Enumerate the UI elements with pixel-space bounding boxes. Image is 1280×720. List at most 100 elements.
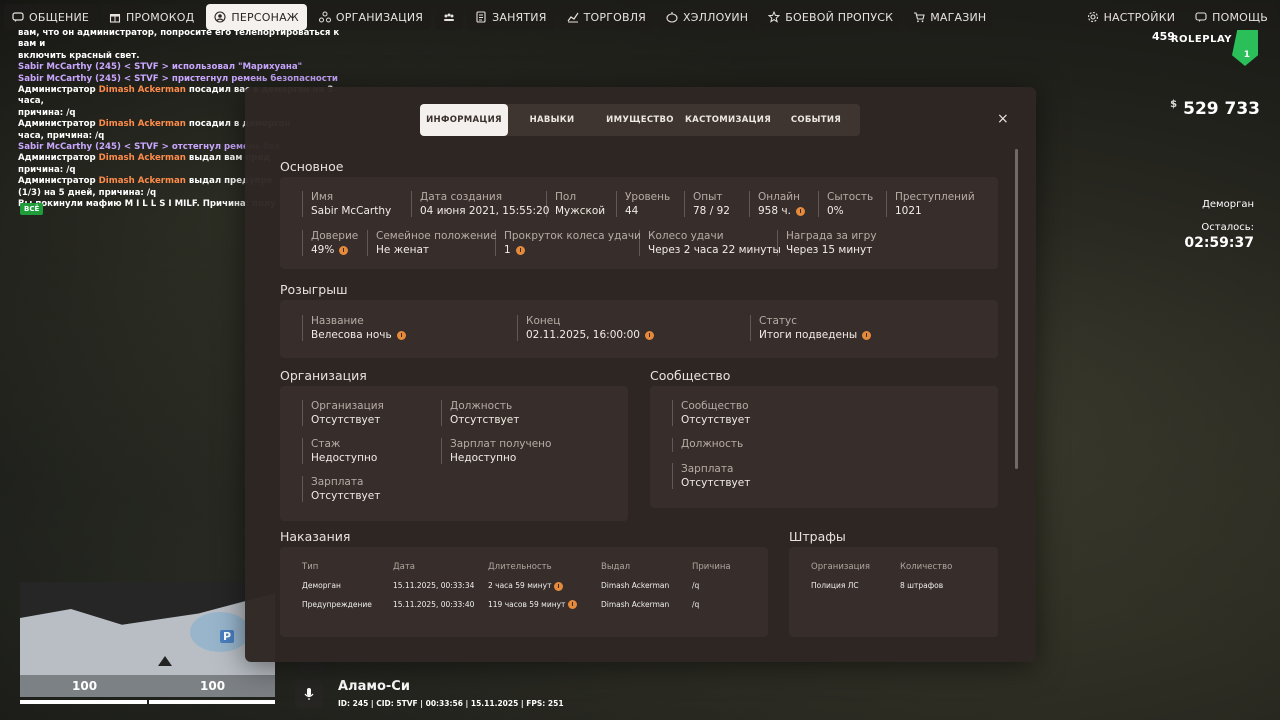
chat-admin-name: Dimash Ackerman bbox=[98, 176, 186, 187]
field-value: Отсутствует bbox=[681, 414, 750, 426]
chat-filter-all[interactable]: ВСЁ bbox=[20, 203, 44, 215]
field-org-exp: Стаж Недоступно bbox=[302, 438, 377, 464]
field-label: Стаж bbox=[311, 438, 341, 450]
nav-halloween[interactable]: ХЭЛЛОУИН bbox=[658, 4, 757, 30]
chart-icon bbox=[567, 12, 579, 23]
raffle-section-title: Розыгрыш bbox=[280, 282, 348, 297]
penalty-type: Предупреждение bbox=[302, 599, 372, 609]
penalty-duration: 119 часов 59 минут bbox=[488, 599, 566, 609]
nav-shop[interactable]: МАГАЗИН bbox=[905, 4, 995, 30]
field-spins: Прокруток колеса удачи 1 bbox=[495, 230, 641, 256]
field-label: Семейное положение bbox=[376, 230, 497, 242]
field-label: Опыт bbox=[693, 191, 723, 203]
parking-icon: P bbox=[220, 630, 235, 643]
level-value: 44 bbox=[625, 205, 639, 217]
info-icon[interactable] bbox=[515, 245, 525, 255]
field-label: Зарплата bbox=[681, 463, 734, 475]
info-icon[interactable] bbox=[567, 600, 577, 609]
field-label: Статус bbox=[759, 315, 797, 327]
field-label: Пол bbox=[555, 191, 577, 203]
chat-author: Sabir McCarthy (245) < STVF > bbox=[18, 73, 172, 84]
field-value: 44 bbox=[625, 205, 670, 217]
nav-activities[interactable]: ЗАНЯТИЯ bbox=[467, 4, 555, 30]
player-ids: ID: 245 | CID: 5TVF | 00:33:56 | 15.11.2… bbox=[338, 699, 564, 708]
nav-chat[interactable]: ОБЩЕНИЕ bbox=[4, 4, 98, 30]
nav-trade[interactable]: ТОРГОВЛЯ bbox=[558, 4, 655, 30]
microphone-icon bbox=[304, 688, 314, 700]
nav-activities-label: ЗАНЯТИЯ bbox=[492, 10, 547, 24]
info-icon[interactable] bbox=[795, 206, 805, 216]
pumpkin-icon bbox=[666, 12, 678, 23]
field-sex: Пол Мужской bbox=[546, 191, 605, 217]
penalty-issuer: Dimash Ackerman bbox=[601, 599, 670, 609]
penalty-duration-cell: 119 часов 59 минут bbox=[488, 600, 601, 619]
nav-settings[interactable]: НАСТРОЙКИ bbox=[1078, 4, 1184, 30]
info-icon[interactable] bbox=[553, 581, 563, 591]
org-value: Отсутствует bbox=[311, 414, 381, 426]
server-logo: 459 ROLEPLAY 1 bbox=[1152, 26, 1262, 70]
money-amount: 529 733 bbox=[1183, 99, 1260, 119]
basic-section-title: Основное bbox=[280, 159, 344, 174]
nav-help[interactable]: ПОМОЩЬ bbox=[1187, 4, 1276, 30]
field-community-salary: Зарплата Отсутствует bbox=[672, 463, 750, 489]
table-header: Причина bbox=[692, 562, 731, 572]
field-value: 1021 bbox=[895, 205, 975, 217]
chat-author: Sabir McCarthy (245) < STVF > bbox=[18, 62, 172, 73]
location-name: Аламо-Си bbox=[338, 679, 410, 694]
field-value: 78 / 92 bbox=[693, 205, 730, 217]
org-exp-value: Недоступно bbox=[311, 452, 378, 464]
nav-organization[interactable]: ОРГАНИЗАЦИЯ bbox=[310, 4, 432, 30]
chat-text: Администратор bbox=[18, 153, 99, 164]
community-panel: Сообщество Отсутствует Должность Зарплат… bbox=[650, 386, 998, 508]
nav-promocode-label: ПРОМОКОД bbox=[126, 10, 195, 24]
info-icon[interactable] bbox=[862, 330, 872, 340]
armor-bar bbox=[148, 700, 275, 704]
tab-customization[interactable]: КАСТОМИЗАЦИЯ bbox=[684, 104, 772, 136]
chat-text: Администратор bbox=[18, 119, 99, 130]
nav-shop-label: МАГАЗИН bbox=[930, 10, 987, 24]
field-org: Организация Отсутствует bbox=[302, 400, 384, 426]
field-label: Дата создания bbox=[420, 191, 503, 203]
table-header: Организация bbox=[811, 562, 870, 572]
chat-line: включить красный свет. bbox=[18, 50, 140, 61]
chat-admin-name: Dimash Ackerman bbox=[98, 119, 186, 130]
minimap-status-strip bbox=[20, 675, 275, 697]
raffle-name: Велесова ночь bbox=[311, 329, 392, 341]
tab-skills[interactable]: НАВЫКИ bbox=[508, 104, 596, 136]
penalty-reason: /q bbox=[692, 599, 700, 609]
brand-label: ROLEPLAY bbox=[1170, 34, 1232, 45]
field-value: Отсутствует bbox=[681, 477, 750, 489]
field-raffle-name: Название Велесова ночь bbox=[302, 315, 406, 341]
jail-status-title: Деморган bbox=[1202, 199, 1254, 210]
sex-value: Мужской bbox=[555, 205, 606, 217]
tab-property[interactable]: ИМУЩЕСТВО bbox=[596, 104, 684, 136]
close-button[interactable]: × bbox=[997, 111, 1009, 127]
nav-promocode[interactable]: ПРОМОКОД bbox=[101, 4, 203, 30]
nav-group[interactable] bbox=[435, 4, 464, 30]
trust-value: 49% bbox=[311, 244, 335, 256]
modal-scrollbar[interactable] bbox=[1015, 149, 1018, 469]
nav-character[interactable]: ПЕРСОНАЖ bbox=[206, 4, 307, 30]
field-value: 04 июня 2021, 15:55:20 bbox=[420, 205, 549, 217]
field-value: Итоги подведены bbox=[759, 329, 872, 341]
info-icon[interactable] bbox=[396, 330, 406, 340]
help-icon bbox=[1195, 12, 1207, 22]
field-reward: Награда за игру Через 15 минут bbox=[777, 230, 877, 256]
tab-info[interactable]: ИНФОРМАЦИЯ bbox=[420, 104, 508, 136]
field-label: Сытость bbox=[827, 191, 874, 203]
nav-battlepass[interactable]: БОЕВОЙ ПРОПУСК bbox=[760, 4, 902, 30]
field-label: Доверие bbox=[311, 230, 359, 242]
field-value: Sabir McCarthy bbox=[311, 205, 391, 217]
penalty-date: 15.11.2025, 00:33:40 bbox=[393, 599, 475, 609]
field-label: Название bbox=[311, 315, 364, 327]
status-bars bbox=[20, 700, 275, 704]
tab-events[interactable]: СОБЫТИЯ bbox=[772, 104, 860, 136]
microphone-button[interactable] bbox=[295, 680, 323, 708]
raffle-panel: Название Велесова ночь Конец 02.11.2025,… bbox=[280, 300, 998, 358]
info-icon[interactable] bbox=[339, 245, 349, 255]
info-icon[interactable] bbox=[644, 330, 654, 340]
penalty-duration-cell: 2 часа 59 минут bbox=[488, 581, 601, 600]
jail-status: Деморган Осталось: 02:59:37 bbox=[1184, 199, 1254, 251]
family-value: Не женат bbox=[376, 244, 430, 256]
